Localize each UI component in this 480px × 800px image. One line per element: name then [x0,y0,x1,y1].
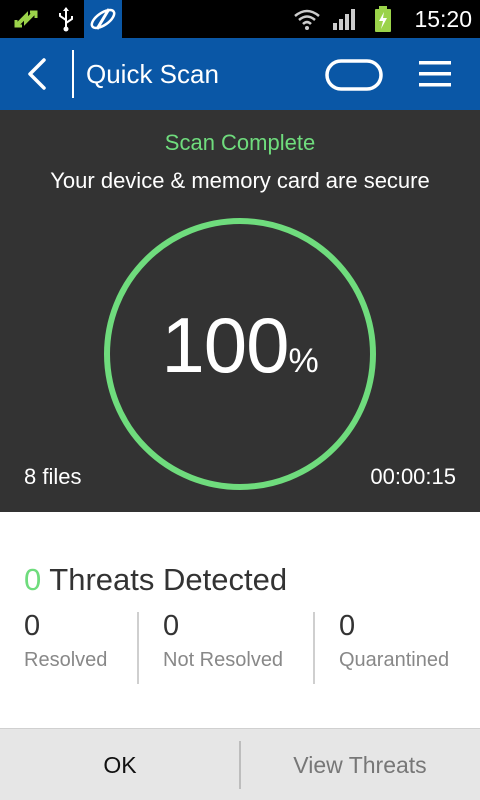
menu-icon [419,61,451,87]
stat-divider [137,612,139,684]
pill-icon [325,59,383,91]
scan-status: Scan Complete [164,130,316,155]
menu-button[interactable] [412,54,458,94]
stat-not-resolved: 0 Not Resolved [163,610,283,686]
view-threats-button[interactable]: View Threats [240,729,480,800]
stat-value: 0 [24,610,41,642]
stat-value: 0 [163,610,180,642]
footer-bar: OK View Threats [0,728,480,800]
signal-bars-icon [330,0,360,38]
scan-subtitle: Your device & memory card are secure [50,168,430,193]
clock: 15:20 [414,6,472,32]
app-shield-icon [84,0,122,38]
elapsed-time: 00:00:15 [370,464,456,489]
stat-quarantined: 0 Quarantined [339,610,449,686]
stat-value: 0 [339,610,356,642]
action-button[interactable] [324,58,384,92]
stat-label: Resolved [24,649,108,671]
threats-detected: 0 Threats Detected [24,562,287,598]
page-title: Quick Scan [86,59,219,89]
header-divider [72,50,74,98]
files-count: 8 files [24,464,82,489]
threats-count: 0 [24,562,42,597]
threats-label: Threats Detected [41,562,288,597]
battery-charging-icon [368,0,398,38]
progress-percent: 100% [104,300,376,391]
stat-divider [313,612,315,684]
stat-label: Quarantined [339,649,450,671]
usb-icon [52,0,80,38]
status-bar: 15:20 [0,0,480,38]
results-section: 0 Threats Detected 0 Resolved 0 Not Reso… [0,512,480,728]
back-chevron-icon [28,58,46,90]
percent-sign: % [288,342,319,380]
app-header: Quick Scan [0,38,480,110]
stat-resolved: 0 Resolved [24,610,107,686]
transfer-arrows-icon [8,0,44,38]
percent-value: 100 [161,301,289,389]
ok-button[interactable]: OK [0,729,240,800]
back-button[interactable] [14,52,60,96]
stat-label: Not Resolved [163,649,284,671]
wifi-icon [290,0,324,38]
scan-panel: Scan Complete Your device & memory card … [0,110,480,512]
